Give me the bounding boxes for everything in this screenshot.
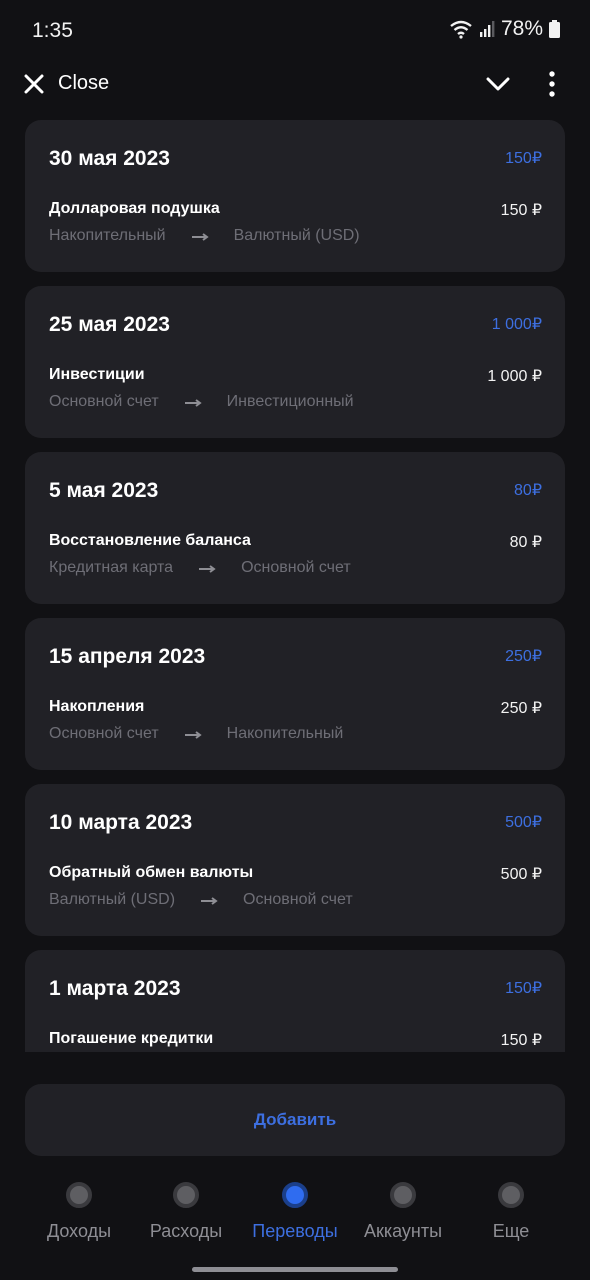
transfers-icon [282, 1182, 308, 1208]
transfer-from-account: Валютный (USD) [49, 891, 176, 908]
signal-icon [479, 21, 495, 37]
income-icon [66, 1182, 92, 1208]
nav-label: Расходы [149, 1221, 223, 1241]
arrow-right-icon [184, 731, 202, 739]
arrow-right-icon [184, 399, 202, 407]
transfer-amount: 80 ₽ [509, 534, 542, 551]
accounts-icon [390, 1182, 416, 1208]
transfer-amount: 150 ₽ [500, 1032, 542, 1049]
transfer-card[interactable]: 25 мая 2023 1 000₽ Инвестиции 1 000 ₽ Ос… [25, 286, 565, 438]
transfer-from-account: Накопительный [49, 227, 166, 244]
close-label: Close [58, 72, 110, 94]
transfer-to-account: Накопительный [226, 725, 344, 742]
transfer-day-total: 150₽ [505, 980, 542, 997]
transfer-from-account: Основной счет [49, 393, 159, 410]
transfer-name: Обратный обмен валюты [49, 864, 254, 881]
nav-item-expenses[interactable]: Расходы [128, 1170, 244, 1250]
status-indicators: 78% [449, 17, 560, 41]
transfer-card[interactable]: 30 мая 2023 150₽ Долларовая подушка 150 … [25, 120, 565, 272]
app-bar: Close [0, 62, 590, 106]
transfer-day-total: 1 000₽ [491, 316, 542, 333]
chevron-down-icon[interactable] [484, 73, 512, 95]
more-icon [498, 1182, 524, 1208]
nav-item-income[interactable]: Доходы [21, 1170, 137, 1250]
transfer-date: 10 марта 2023 [49, 811, 193, 834]
transfer-route: Накопительный Валютный (USD) [49, 227, 360, 245]
nav-item-accounts[interactable]: Аккаунты [345, 1170, 461, 1250]
transfer-route: Кредитная карта Основной счет [49, 559, 351, 577]
transfer-to-account: Валютный (USD) [233, 227, 360, 244]
transfer-card[interactable]: 10 марта 2023 500₽ Обратный обмен валюты… [25, 784, 565, 936]
transfer-name: Накопления [49, 698, 145, 715]
home-indicator[interactable] [192, 1267, 398, 1272]
status-time: 1:35 [32, 19, 73, 42]
transfer-amount: 150 ₽ [500, 202, 542, 219]
add-button-label: Добавить [253, 1110, 337, 1129]
transfer-date: 5 мая 2023 [49, 479, 159, 502]
transfer-amount: 1 000 ₽ [487, 368, 542, 385]
transfer-date: 25 мая 2023 [49, 313, 170, 336]
transfer-date: 1 марта 2023 [49, 977, 181, 1000]
battery-percentage: 78% [500, 17, 543, 40]
nav-label: Переводы [252, 1221, 338, 1241]
close-button[interactable]: Close [24, 72, 109, 95]
more-vertical-icon[interactable] [542, 70, 562, 98]
nav-label: Аккаунты [363, 1221, 443, 1241]
nav-item-more[interactable]: Еще [453, 1170, 569, 1250]
add-transfer-button[interactable]: Добавить [25, 1084, 565, 1156]
transfer-day-total: 150₽ [505, 150, 542, 167]
transfer-name: Инвестиции [49, 366, 145, 383]
transfer-to-account: Основной счет [243, 891, 353, 908]
close-icon [24, 74, 44, 93]
arrow-right-icon [201, 897, 218, 905]
status-bar: 1:35 78% [0, 0, 590, 62]
bottom-navigation: Доходы Расходы Переводы Аккаунты Еще [0, 1170, 590, 1260]
transfer-name: Долларовая подушка [49, 200, 220, 217]
transfer-date: 30 мая 2023 [49, 147, 170, 170]
battery-icon [549, 20, 560, 38]
transfer-from-account: Основной счет [49, 725, 159, 742]
expenses-icon [173, 1182, 199, 1208]
transfer-route: Валютный (USD) Основной счет [49, 891, 353, 909]
nav-label: Доходы [46, 1221, 112, 1241]
transfer-day-total: 250₽ [505, 648, 542, 665]
transfer-route: Основной счет Инвестиционный [49, 393, 354, 411]
transfer-from-account: Кредитная карта [49, 559, 174, 576]
transfer-route: Основной счет Накопительный [49, 725, 343, 743]
transfer-name: Погашение кредитки [49, 1030, 214, 1047]
transfer-date: 15 апреля 2023 [49, 645, 206, 668]
transfer-to-account: Инвестиционный [226, 393, 354, 410]
arrow-right-icon [191, 233, 209, 241]
transfers-list[interactable]: 30 мая 2023 150₽ Долларовая подушка 150 … [25, 120, 565, 1052]
transfer-amount: 250 ₽ [500, 700, 542, 717]
nav-item-transfers[interactable]: Переводы [237, 1170, 353, 1250]
transfer-name: Восстановление баланса [49, 532, 251, 549]
transfer-card[interactable]: 5 мая 2023 80₽ Восстановление баланса 80… [25, 452, 565, 604]
transfer-card[interactable]: 15 апреля 2023 250₽ Накопления 250 ₽ Осн… [25, 618, 565, 770]
arrow-right-icon [199, 565, 216, 573]
transfer-amount: 500 ₽ [500, 866, 542, 883]
nav-label: Еще [492, 1221, 530, 1241]
wifi-icon [450, 20, 472, 39]
transfer-to-account: Основной счет [241, 559, 351, 576]
transfer-day-total: 500₽ [505, 814, 542, 831]
transfer-day-total: 80₽ [514, 482, 542, 499]
transfer-card[interactable]: 1 марта 2023 150₽ Погашение кредитки 150… [25, 950, 565, 1052]
